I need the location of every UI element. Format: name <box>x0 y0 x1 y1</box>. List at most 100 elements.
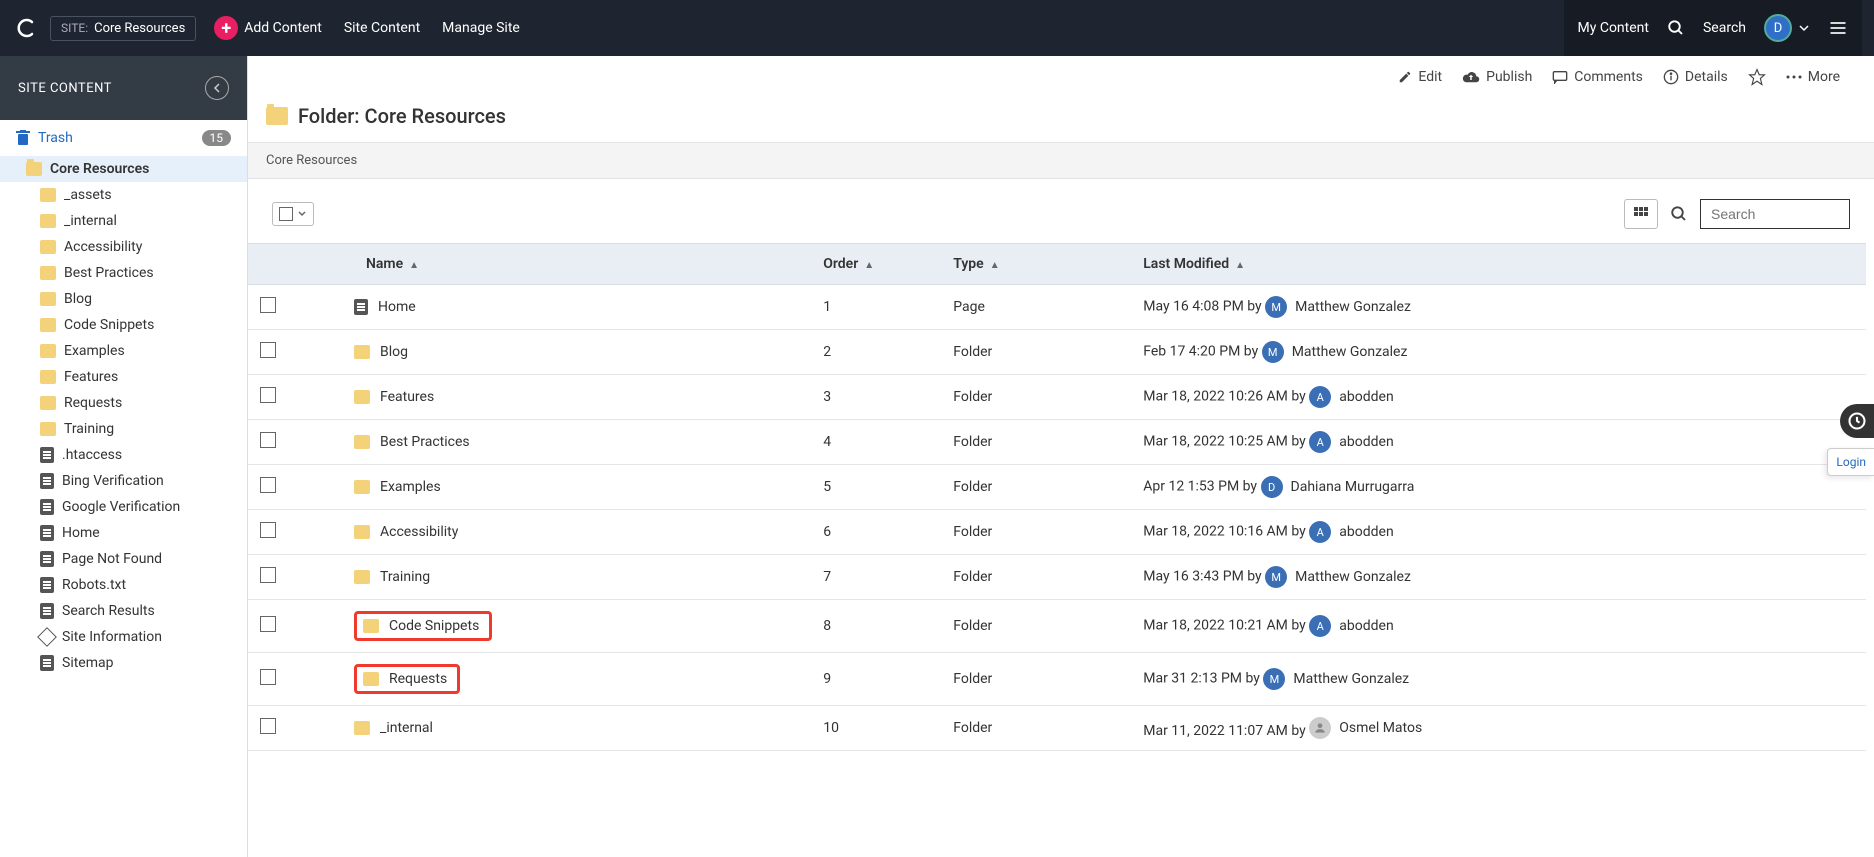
row-checkbox[interactable] <box>260 342 276 358</box>
edit-button[interactable]: Edit <box>1398 68 1442 86</box>
table-row[interactable]: Requests9FolderMar 31 2:13 PM by MMatthe… <box>248 653 1866 706</box>
my-content-link[interactable]: My Content <box>1578 20 1649 36</box>
col-name[interactable]: Name▲ <box>288 244 813 285</box>
search-icon[interactable] <box>1667 19 1685 37</box>
trash-link[interactable]: Trash 15 <box>0 120 247 156</box>
row-modified-when: Mar 18, 2022 10:25 AM by <box>1143 434 1306 450</box>
tree-item-label: Features <box>64 369 118 385</box>
tree-item[interactable]: Bing Verification <box>0 468 247 494</box>
user-avatar[interactable]: D <box>1764 14 1792 42</box>
tree-item[interactable]: Examples <box>0 338 247 364</box>
folder-tree: Core Resources _assets_internalAccessibi… <box>0 156 247 857</box>
table-row[interactable]: Code Snippets8FolderMar 18, 2022 10:21 A… <box>248 600 1866 653</box>
table-row[interactable]: Examples5FolderApr 12 1:53 PM by DDahian… <box>248 465 1866 510</box>
tree-item[interactable]: Features <box>0 364 247 390</box>
tree-item[interactable]: Google Verification <box>0 494 247 520</box>
tree-item-label: Training <box>64 421 114 437</box>
row-type: Folder <box>943 330 1133 375</box>
row-order: 4 <box>813 420 943 465</box>
row-checkbox[interactable] <box>260 432 276 448</box>
row-order: 1 <box>813 285 943 330</box>
manage-site-link[interactable]: Manage Site <box>442 20 520 36</box>
tree-item-label: Blog <box>64 291 92 307</box>
favorite-button[interactable] <box>1748 68 1766 86</box>
row-type: Folder <box>943 653 1133 706</box>
table-search-input[interactable] <box>1700 199 1850 229</box>
site-selector[interactable]: SITE: Core Resources <box>50 16 196 41</box>
row-checkbox[interactable] <box>260 477 276 493</box>
row-checkbox[interactable] <box>260 387 276 403</box>
tree-item[interactable]: .htaccess <box>0 442 247 468</box>
row-checkbox[interactable] <box>260 616 276 632</box>
tree-item[interactable]: Requests <box>0 390 247 416</box>
dots-icon <box>1786 74 1802 80</box>
details-button[interactable]: Details <box>1663 68 1728 86</box>
page-icon <box>354 299 368 315</box>
highlighted-item: Code Snippets <box>354 611 492 641</box>
more-button[interactable]: More <box>1786 68 1840 86</box>
chevron-down-icon[interactable] <box>1798 22 1810 34</box>
add-content-plus-icon[interactable]: + <box>214 16 238 40</box>
col-type[interactable]: Type▲ <box>943 244 1133 285</box>
row-type: Folder <box>943 510 1133 555</box>
floating-clock-icon[interactable] <box>1840 404 1874 438</box>
table-row[interactable]: Blog2FolderFeb 17 4:20 PM by MMatthew Go… <box>248 330 1866 375</box>
collapse-sidebar-button[interactable] <box>205 76 229 100</box>
folder-icon <box>40 344 56 358</box>
table-row[interactable]: Training7FolderMay 16 3:43 PM by MMatthe… <box>248 555 1866 600</box>
row-checkbox[interactable] <box>260 567 276 583</box>
col-order[interactable]: Order▲ <box>813 244 943 285</box>
row-checkbox[interactable] <box>260 297 276 313</box>
tree-item[interactable]: Best Practices <box>0 260 247 286</box>
table-row[interactable]: Home1PageMay 16 4:08 PM by MMatthew Gonz… <box>248 285 1866 330</box>
table-row[interactable]: _internal10FolderMar 11, 2022 11:07 AM b… <box>248 706 1866 751</box>
add-content-link[interactable]: Add Content <box>244 20 322 36</box>
row-modified-user: Matthew Gonzalez <box>1292 344 1408 360</box>
table-row[interactable]: Features3FolderMar 18, 2022 10:26 AM by … <box>248 375 1866 420</box>
topbar-search-label[interactable]: Search <box>1703 20 1746 36</box>
tree-item[interactable]: Site Information <box>0 624 247 650</box>
user-avatar-icon: M <box>1263 668 1285 690</box>
actions-bar: Edit Publish Comments Details More <box>248 56 1874 98</box>
app-logo[interactable] <box>12 14 40 42</box>
highlighted-item: Requests <box>354 664 460 694</box>
grid-view-button[interactable] <box>1624 199 1658 229</box>
row-modified-when: Mar 18, 2022 10:26 AM by <box>1143 389 1306 405</box>
site-name: Core Resources <box>94 21 185 36</box>
table-row[interactable]: Accessibility6FolderMar 18, 2022 10:16 A… <box>248 510 1866 555</box>
row-checkbox[interactable] <box>260 522 276 538</box>
breadcrumb[interactable]: Core Resources <box>248 142 1874 179</box>
row-checkbox[interactable] <box>260 718 276 734</box>
comments-button[interactable]: Comments <box>1552 68 1643 86</box>
table-row[interactable]: Best Practices4FolderMar 18, 2022 10:25 … <box>248 420 1866 465</box>
tree-item[interactable]: Code Snippets <box>0 312 247 338</box>
tree-item[interactable]: _internal <box>0 208 247 234</box>
tree-item[interactable]: Blog <box>0 286 247 312</box>
row-checkbox[interactable] <box>260 669 276 685</box>
folder-icon <box>354 435 370 449</box>
tree-root[interactable]: Core Resources <box>0 156 247 182</box>
row-name: Code Snippets <box>389 618 479 634</box>
col-modified[interactable]: Last Modified▲ <box>1133 244 1866 285</box>
folder-icon <box>40 422 56 436</box>
tree-item[interactable]: Accessibility <box>0 234 247 260</box>
row-type: Folder <box>943 465 1133 510</box>
tree-item[interactable]: _assets <box>0 182 247 208</box>
row-modified-when: Mar 31 2:13 PM by <box>1143 671 1260 687</box>
tree-item[interactable]: Search Results <box>0 598 247 624</box>
publish-button[interactable]: Publish <box>1462 68 1532 86</box>
tree-item[interactable]: Page Not Found <box>0 546 247 572</box>
table-search-icon[interactable] <box>1670 205 1688 223</box>
row-modified-when: Mar 18, 2022 10:16 AM by <box>1143 524 1306 540</box>
select-all-dropdown[interactable] <box>272 202 314 226</box>
row-type: Folder <box>943 706 1133 751</box>
tree-item-label: Robots.txt <box>62 577 126 593</box>
tree-item[interactable]: Home <box>0 520 247 546</box>
tree-item[interactable]: Sitemap <box>0 650 247 676</box>
site-content-link[interactable]: Site Content <box>344 20 420 36</box>
hamburger-icon[interactable] <box>1828 18 1848 38</box>
tree-item[interactable]: Training <box>0 416 247 442</box>
floating-login-button[interactable]: Login <box>1827 448 1874 476</box>
tree-item[interactable]: Robots.txt <box>0 572 247 598</box>
user-avatar-icon: M <box>1265 296 1287 318</box>
